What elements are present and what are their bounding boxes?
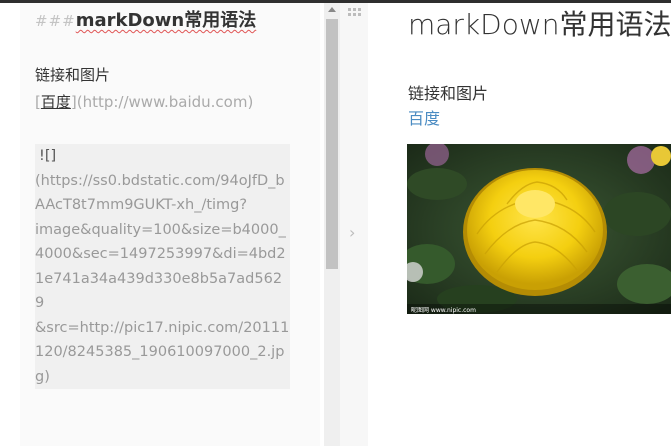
link-text-markup: 百度 — [40, 93, 71, 111]
image-watermark-text: 昵图网 www.nipic.com — [411, 307, 476, 314]
editor-link-markup: [百度](http://www.baidu.com) — [35, 91, 253, 112]
preview-flower-image: 昵图网 www.nipic.com — [407, 144, 671, 314]
image-url-line: 1e741a34a439d330e8b5a7ad5629 — [35, 270, 283, 312]
image-bang-markup: ![] — [39, 148, 57, 164]
image-url-line: g) — [35, 368, 50, 385]
heading-text: markDown常用语法 — [75, 10, 257, 31]
editor-image-markup: ![] (https://ss0.bdstatic.com/94oJfD_b A… — [35, 144, 290, 389]
image-url-line: image&quality=100&size=b4000_ — [35, 221, 286, 238]
preview-baidu-link[interactable]: 百度 — [408, 105, 440, 129]
grid-dots-icon[interactable] — [348, 8, 362, 16]
image-url-line: &src=http://pic17.nipic.com/20111 — [35, 319, 290, 336]
preview-section-label: 链接和图片 — [408, 84, 489, 103]
link-url-markup: ](http://www.baidu.com) — [70, 93, 254, 111]
image-url-line: AAcT8t7mm9GUKT-xh_/timg? — [35, 197, 248, 213]
heading-hash-markers: ### — [35, 12, 76, 30]
editor-section-label: 链接和图片 — [35, 66, 111, 84]
image-url-line: 120/8245385_190610097000_2.jp — [35, 344, 285, 360]
scroll-up-arrow-icon[interactable] — [328, 7, 336, 12]
chevron-right-icon[interactable]: › — [349, 223, 355, 242]
scrollbar-thumb[interactable] — [326, 19, 338, 269]
image-url-line: 4000&sec=1497253997&di=4bd2 — [35, 246, 286, 262]
image-url-line: (https://ss0.bdstatic.com/94oJfD_b — [35, 172, 285, 189]
editor-heading-line: ###markDown常用语法 — [35, 6, 256, 32]
markdown-preview-pane: markDown常用语法 链接和图片 百度 昵图网 www.nipic.com — [368, 3, 671, 446]
preview-title: markDown常用语法 — [408, 8, 671, 41]
